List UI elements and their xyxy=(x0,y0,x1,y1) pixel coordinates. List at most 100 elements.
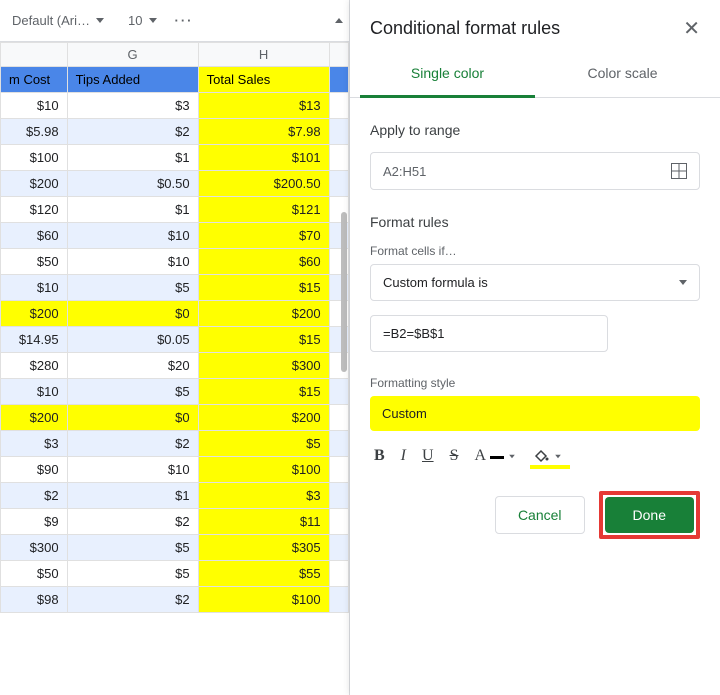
cell[interactable]: $7.98 xyxy=(198,119,329,145)
font-size-dropdown[interactable]: 10 xyxy=(122,9,162,32)
range-picker-icon[interactable] xyxy=(671,163,687,179)
cell[interactable]: $3 xyxy=(198,483,329,509)
cell[interactable]: $200 xyxy=(198,405,329,431)
cell[interactable]: $2 xyxy=(67,119,198,145)
cell[interactable]: $90 xyxy=(1,457,68,483)
cell[interactable]: $60 xyxy=(198,249,329,275)
col-header[interactable]: G xyxy=(67,43,198,67)
vertical-scrollbar[interactable] xyxy=(341,212,347,372)
col-header[interactable] xyxy=(1,43,68,67)
cell[interactable]: $5 xyxy=(67,535,198,561)
underline-button[interactable]: U xyxy=(422,447,434,465)
cell[interactable] xyxy=(329,119,348,145)
cell[interactable] xyxy=(329,431,348,457)
cell[interactable]: $2 xyxy=(67,587,198,613)
cell[interactable]: $300 xyxy=(1,535,68,561)
cell[interactable]: $11 xyxy=(198,509,329,535)
cell[interactable]: $121 xyxy=(198,197,329,223)
cell[interactable]: $10 xyxy=(1,93,68,119)
close-icon[interactable]: ✕ xyxy=(683,16,700,41)
cell[interactable]: $60 xyxy=(1,223,68,249)
cell[interactable]: $10 xyxy=(67,249,198,275)
strikethrough-button[interactable]: S xyxy=(450,447,459,465)
header-cell[interactable]: m Cost xyxy=(1,67,68,93)
cell[interactable] xyxy=(329,587,348,613)
cell[interactable]: $50 xyxy=(1,561,68,587)
cell[interactable]: $200 xyxy=(1,301,68,327)
cell[interactable]: $0 xyxy=(67,405,198,431)
cell[interactable] xyxy=(329,145,348,171)
cell[interactable]: $2 xyxy=(67,431,198,457)
cell[interactable]: $200 xyxy=(1,405,68,431)
cell[interactable]: $20 xyxy=(67,353,198,379)
condition-dropdown[interactable]: Custom formula is xyxy=(370,264,700,301)
cell[interactable]: $55 xyxy=(198,561,329,587)
cell[interactable]: $10 xyxy=(1,275,68,301)
collapse-toolbar-icon[interactable] xyxy=(335,18,343,23)
cell[interactable] xyxy=(329,405,348,431)
cell[interactable]: $98 xyxy=(1,587,68,613)
cell[interactable]: $10 xyxy=(67,223,198,249)
cell[interactable]: $3 xyxy=(1,431,68,457)
cell[interactable]: $10 xyxy=(67,457,198,483)
tab-single-color[interactable]: Single color xyxy=(360,51,535,98)
cell[interactable]: $15 xyxy=(198,327,329,353)
cell[interactable]: $70 xyxy=(198,223,329,249)
cell[interactable] xyxy=(329,535,348,561)
cell[interactable]: $5 xyxy=(67,561,198,587)
cell[interactable] xyxy=(329,561,348,587)
text-color-button[interactable]: A xyxy=(474,447,516,465)
cell[interactable] xyxy=(329,483,348,509)
cell[interactable]: $5 xyxy=(67,379,198,405)
cell[interactable]: $10 xyxy=(1,379,68,405)
cell[interactable]: $2 xyxy=(67,509,198,535)
cell[interactable]: $2 xyxy=(1,483,68,509)
cell[interactable]: $3 xyxy=(67,93,198,119)
cell[interactable]: $50 xyxy=(1,249,68,275)
cell[interactable]: $120 xyxy=(1,197,68,223)
bold-button[interactable]: B xyxy=(374,447,385,465)
cell[interactable]: $0.50 xyxy=(67,171,198,197)
fill-color-button[interactable] xyxy=(532,447,562,465)
cell[interactable]: $5 xyxy=(67,275,198,301)
cell[interactable]: $1 xyxy=(67,197,198,223)
spreadsheet-grid[interactable]: G H m CostTips AddedTotal Sales$10$3$13$… xyxy=(0,42,349,695)
cell[interactable] xyxy=(329,379,348,405)
cell[interactable]: $15 xyxy=(198,275,329,301)
cell[interactable]: $14.95 xyxy=(1,327,68,353)
range-input[interactable]: A2:H51 xyxy=(370,152,700,190)
header-cell[interactable]: Tips Added xyxy=(67,67,198,93)
cell[interactable]: $0.05 xyxy=(67,327,198,353)
cell[interactable]: $305 xyxy=(198,535,329,561)
cell[interactable]: $9 xyxy=(1,509,68,535)
cell[interactable]: $200.50 xyxy=(198,171,329,197)
cell[interactable] xyxy=(329,93,348,119)
cancel-button[interactable]: Cancel xyxy=(495,496,585,534)
done-button[interactable]: Done xyxy=(605,497,694,533)
cell[interactable]: $15 xyxy=(198,379,329,405)
cell[interactable]: $13 xyxy=(198,93,329,119)
tab-color-scale[interactable]: Color scale xyxy=(535,51,710,97)
cell[interactable] xyxy=(329,457,348,483)
cell[interactable] xyxy=(329,171,348,197)
cell[interactable]: $200 xyxy=(1,171,68,197)
cell[interactable]: $100 xyxy=(1,145,68,171)
cell[interactable]: $101 xyxy=(198,145,329,171)
italic-button[interactable]: I xyxy=(401,447,406,465)
col-header[interactable] xyxy=(329,43,348,67)
col-header[interactable]: H xyxy=(198,43,329,67)
cell[interactable] xyxy=(329,67,348,93)
cell[interactable]: $100 xyxy=(198,587,329,613)
cell[interactable]: $1 xyxy=(67,483,198,509)
cell[interactable]: $200 xyxy=(198,301,329,327)
header-cell[interactable]: Total Sales xyxy=(198,67,329,93)
style-preview[interactable]: Custom xyxy=(370,396,700,431)
more-toolbar-button[interactable]: ··· xyxy=(175,13,194,28)
cell[interactable]: $5 xyxy=(198,431,329,457)
cell[interactable]: $1 xyxy=(67,145,198,171)
cell[interactable]: $0 xyxy=(67,301,198,327)
formula-input[interactable]: =B2=$B$1 xyxy=(370,315,608,352)
cell[interactable] xyxy=(329,509,348,535)
cell[interactable]: $5.98 xyxy=(1,119,68,145)
cell[interactable]: $100 xyxy=(198,457,329,483)
